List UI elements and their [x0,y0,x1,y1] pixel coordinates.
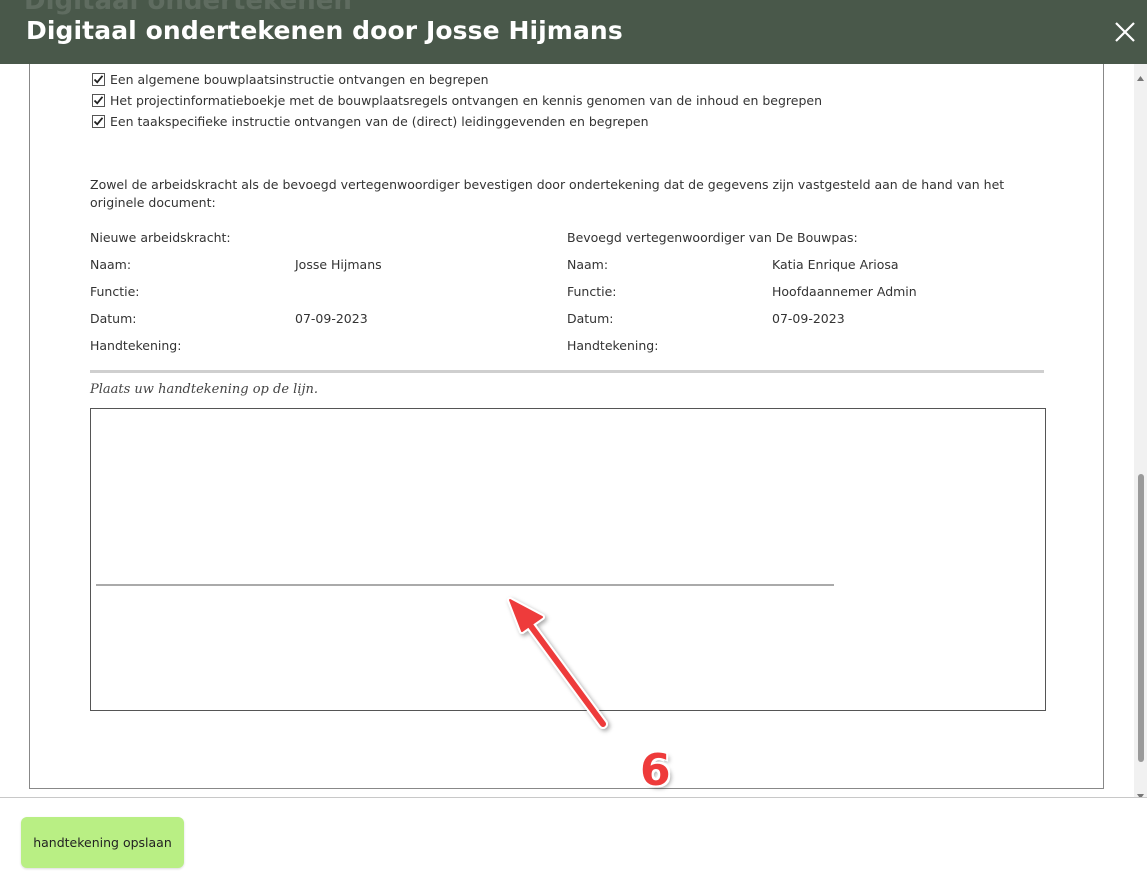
annotation-step-number: 6 [640,745,671,796]
checkmark-icon [93,117,104,126]
representative-name-label: Naam: [567,257,609,272]
worker-heading: Nieuwe arbeidskracht: [90,230,231,245]
representative-signature-label: Handtekening: [567,338,659,353]
representative-date-value: 07-09-2023 [772,311,845,326]
worker-name-value: Josse Hijmans [295,257,382,272]
vertical-scrollbar[interactable] [1134,64,1147,799]
divider [90,370,1044,373]
checklist-item-label: Een algemene bouwplaatsinstructie ontvan… [110,72,489,87]
worker-name-label: Naam: [90,257,132,272]
worker-date-value: 07-09-2023 [295,311,368,326]
worker-function-label: Functie: [90,284,140,299]
checkmark-icon [93,96,104,105]
checklist-item: Het projectinformatieboekje met de bouwp… [92,90,822,111]
worker-signature-label: Handtekening: [90,338,182,353]
close-icon [1115,22,1135,42]
checklist: Een algemene bouwplaatsinstructie ontvan… [92,69,822,132]
save-signature-button[interactable]: handtekening opslaan [21,817,184,868]
checklist-item-label: Het projectinformatieboekje met de bouwp… [110,93,823,108]
worker-date-label: Datum: [90,311,137,326]
representative-date-label: Datum: [567,311,614,326]
representative-function-label: Functie: [567,284,617,299]
representative-function-value: Hoofdaannemer Admin [772,284,917,299]
checkmark-icon [93,75,104,84]
close-button[interactable] [1109,16,1141,48]
checkbox[interactable] [92,73,105,86]
document-content: Een algemene bouwplaatsinstructie ontvan… [29,64,1104,789]
checklist-item-label: Een taakspecifieke instructie ontvangen … [110,114,649,129]
representative-name-value: Katia Enrique Ariosa [772,257,899,272]
scrollbar-thumb[interactable] [1138,474,1144,762]
representative-heading: Bevoegd vertegenwoordiger van De Bouwpas… [567,230,858,245]
background-page-title: Digitaal ondertekenen [24,0,352,16]
checkbox[interactable] [92,115,105,128]
checklist-item: Een algemene bouwplaatsinstructie ontvan… [92,69,822,90]
dialog-title: Digitaal ondertekenen door Josse Hijmans [26,16,623,45]
scroll-up-button[interactable] [1136,68,1145,81]
checkbox[interactable] [92,94,105,107]
dialog-footer: handtekening opslaan [0,797,1147,882]
checklist-item: Een taakspecifieke instructie ontvangen … [92,111,822,132]
dialog-title-bar: Digitaal ondertekenen Digitaal onderteke… [0,0,1147,64]
signature-line [96,584,834,586]
confirmation-text: Zowel de arbeidskracht als de bevoegd ve… [90,177,1005,210]
signature-pad[interactable] [90,408,1046,711]
chevron-up-icon [1137,76,1144,81]
scroll-down-button[interactable] [1136,786,1145,799]
signature-hint: Plaats uw handtekening op de lijn. [90,382,319,397]
